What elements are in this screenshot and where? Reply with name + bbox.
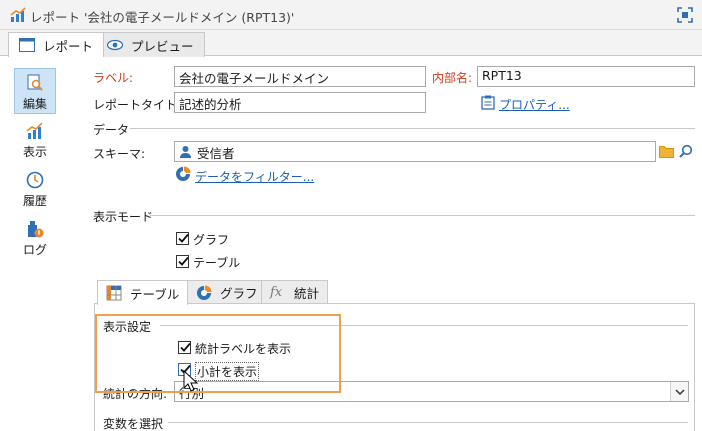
divider [160,325,688,326]
report-form-icon [19,38,35,52]
tab-statistics-label: 統計 [294,286,320,301]
report-chart-icon [10,7,26,22]
table-grid-icon [106,285,122,301]
graph-checkbox-label: グラフ [193,233,230,247]
edit-report-icon [27,74,43,91]
maximize-icon[interactable] [676,6,694,24]
check-icon [178,233,189,243]
mouse-cursor-icon [183,370,199,392]
schema-label: スキーマ: [93,147,146,161]
folder-icon[interactable] [659,145,674,158]
sidebar-item-history[interactable]: 履歴 [15,166,55,212]
tab-preview-label: プレビュー [131,38,194,54]
divider [168,422,688,423]
eye-icon [107,39,123,51]
chevron-down-icon [670,382,688,401]
tab-table[interactable]: テーブル [97,280,189,305]
history-icon [26,171,44,189]
tab-report[interactable]: レポート [8,32,105,57]
show-stat-labels-checkbox[interactable] [178,341,191,354]
divider [130,128,695,129]
sidebar: 編集 表示 履歴 ログ [0,56,78,431]
schema-value: 受信者 [197,146,235,161]
log-icon [28,221,44,238]
show-subtotals-label: 小計を表示 [195,362,260,381]
sidebar-item-label: 編集 [22,97,47,111]
stat-direction-select[interactable]: 行別 [174,381,689,402]
internal-name-label: 内部名: [432,71,473,85]
tab-graph-label: グラフ [220,286,258,301]
label-field[interactable]: 会社の電子メールドメイン [174,66,426,87]
show-stat-labels-label: 統計ラベルを表示 [195,342,292,356]
report-title-field[interactable]: 記述的分析 [174,92,426,113]
pie-chart-icon [197,285,212,300]
tab-graph[interactable]: グラフ [187,280,267,304]
filter-data-link[interactable]: データをフィルター... [195,168,314,185]
sidebar-item-log[interactable]: ログ [15,215,55,261]
window-title: レポート '会社の電子メールドメイン (RPT13)' [30,10,295,25]
stat-direction-label: 統計の方向: [103,387,168,401]
properties-link[interactable]: プロパティ... [499,96,570,113]
tab-statistics[interactable]: fx 統計 [261,280,329,304]
properties-icon [481,95,495,110]
filter-icon [176,166,191,181]
data-section-title: データ [93,123,130,137]
chart-icon [26,122,43,139]
display-mode-title: 表示モード [93,210,154,224]
check-icon [180,342,191,352]
divider [150,215,695,216]
table-checkbox-label: テーブル [193,256,241,270]
schema-field[interactable]: 受信者 [174,141,656,162]
sidebar-item-label: 履歴 [22,194,47,208]
internal-name-field[interactable]: RPT13 [477,66,695,87]
view-tabs: レポート プレビュー [0,30,702,57]
function-icon: fx [270,284,283,300]
table-checkbox[interactable] [176,255,189,268]
sidebar-item-display[interactable]: 表示 [15,117,55,163]
variables-title: 変数を選択 [103,417,164,431]
user-icon [180,146,191,158]
display-settings-title: 表示設定 [103,320,152,334]
graph-checkbox[interactable] [176,232,189,245]
sidebar-item-edit[interactable]: 編集 [14,68,56,114]
title-bar: レポート '会社の電子メールドメイン (RPT13)' [0,0,702,30]
tab-preview[interactable]: プレビュー [96,32,205,57]
search-icon[interactable] [679,144,693,158]
tab-report-label: レポート [43,38,94,54]
label-field-label: ラベル: [93,71,134,85]
tab-table-label: テーブル [130,286,180,302]
sidebar-item-label: 表示 [22,145,47,159]
sidebar-item-label: ログ [22,243,47,257]
check-icon [178,256,189,266]
